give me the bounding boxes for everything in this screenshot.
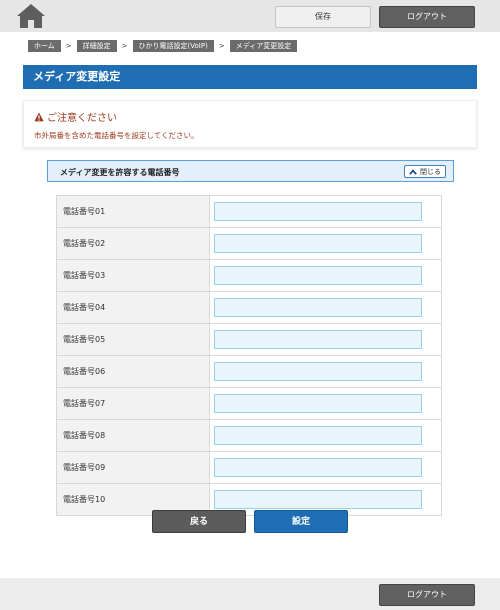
phone-label: 電話番号05 <box>56 323 210 356</box>
notice-box: ご注意ください 市外局番を含めた電話番号を設定してください。 <box>23 100 477 148</box>
phone-cell <box>209 419 442 452</box>
table-row: 電話番号06 <box>56 355 442 388</box>
home-icon[interactable] <box>16 3 46 29</box>
back-button[interactable]: 戻る <box>152 510 246 533</box>
phone-number-input-06[interactable] <box>214 362 422 381</box>
phone-cell <box>209 227 442 260</box>
phone-number-input-03[interactable] <box>214 266 422 285</box>
phone-section-title: メディア変更を許容する電話番号 <box>60 168 180 177</box>
table-row: 電話番号08 <box>56 419 442 452</box>
breadcrumb-separator: > <box>121 42 128 50</box>
phone-number-table: 電話番号01 電話番号02 電話番号03 電話番号04 電話番号05 電話番号0… <box>56 195 442 516</box>
phone-label: 電話番号06 <box>56 355 210 388</box>
phone-cell <box>209 195 442 228</box>
chevron-up-icon <box>409 168 417 175</box>
phone-label: 電話番号03 <box>56 259 210 292</box>
table-row: 電話番号09 <box>56 451 442 484</box>
save-button[interactable]: 保存 <box>275 6 371 28</box>
phone-number-input-04[interactable] <box>214 298 422 317</box>
warning-icon <box>34 112 44 121</box>
phone-number-input-05[interactable] <box>214 330 422 349</box>
bottom-bar: ログアウト <box>0 578 500 610</box>
phone-cell <box>209 451 442 484</box>
phone-label: 電話番号07 <box>56 387 210 420</box>
phone-cell <box>209 323 442 356</box>
phone-label: 電話番号08 <box>56 419 210 452</box>
notice-title-row: ご注意ください <box>34 109 117 124</box>
breadcrumb-separator: > <box>65 42 72 50</box>
breadcrumb-advanced-settings[interactable]: 詳細設定 <box>76 40 117 52</box>
phone-number-input-09[interactable] <box>214 458 422 477</box>
main-panel: ホーム > 詳細設定 > ひかり電話設定(VoIP) > メディア変更設定 メデ… <box>0 32 500 578</box>
phone-cell <box>209 387 442 420</box>
table-row: 電話番号02 <box>56 227 442 260</box>
notice-text: 市外局番を含めた電話番号を設定してください。 <box>34 131 199 140</box>
close-section-button[interactable]: 閉じる <box>404 165 446 178</box>
table-row: 電話番号07 <box>56 387 442 420</box>
breadcrumb-media-change: メディア変更設定 <box>229 40 298 52</box>
phone-number-input-08[interactable] <box>214 426 422 445</box>
breadcrumb-home[interactable]: ホーム <box>28 40 61 52</box>
phone-cell <box>209 291 442 324</box>
phone-label: 電話番号02 <box>56 227 210 260</box>
table-row: 電話番号10 <box>56 483 442 516</box>
phone-label: 電話番号04 <box>56 291 210 324</box>
breadcrumb-voip-settings[interactable]: ひかり電話設定(VoIP) <box>132 40 214 52</box>
set-button[interactable]: 設定 <box>254 510 348 533</box>
table-row: 電話番号04 <box>56 291 442 324</box>
phone-cell <box>209 259 442 292</box>
table-row: 電話番号03 <box>56 259 442 292</box>
top-bar: 保存 ログアウト <box>0 0 500 32</box>
table-row: 電話番号05 <box>56 323 442 356</box>
page-title: メディア変更設定 <box>23 65 477 89</box>
phone-cell <box>209 355 442 388</box>
close-section-label: 閉じる <box>420 167 441 176</box>
table-row: 電話番号01 <box>56 195 442 228</box>
phone-number-input-07[interactable] <box>214 394 422 413</box>
phone-label: 電話番号09 <box>56 451 210 484</box>
breadcrumb: ホーム > 詳細設定 > ひかり電話設定(VoIP) > メディア変更設定 <box>28 40 298 52</box>
notice-title: ご注意ください <box>47 113 117 124</box>
phone-label: 電話番号01 <box>56 195 210 228</box>
phone-section-header: メディア変更を許容する電話番号 閉じる <box>47 160 454 182</box>
phone-number-input-01[interactable] <box>214 202 422 221</box>
footer-logout-button[interactable]: ログアウト <box>379 584 475 606</box>
breadcrumb-separator: > <box>218 42 225 50</box>
phone-number-input-02[interactable] <box>214 234 422 253</box>
logout-button[interactable]: ログアウト <box>379 6 475 28</box>
phone-number-input-10[interactable] <box>214 490 422 509</box>
